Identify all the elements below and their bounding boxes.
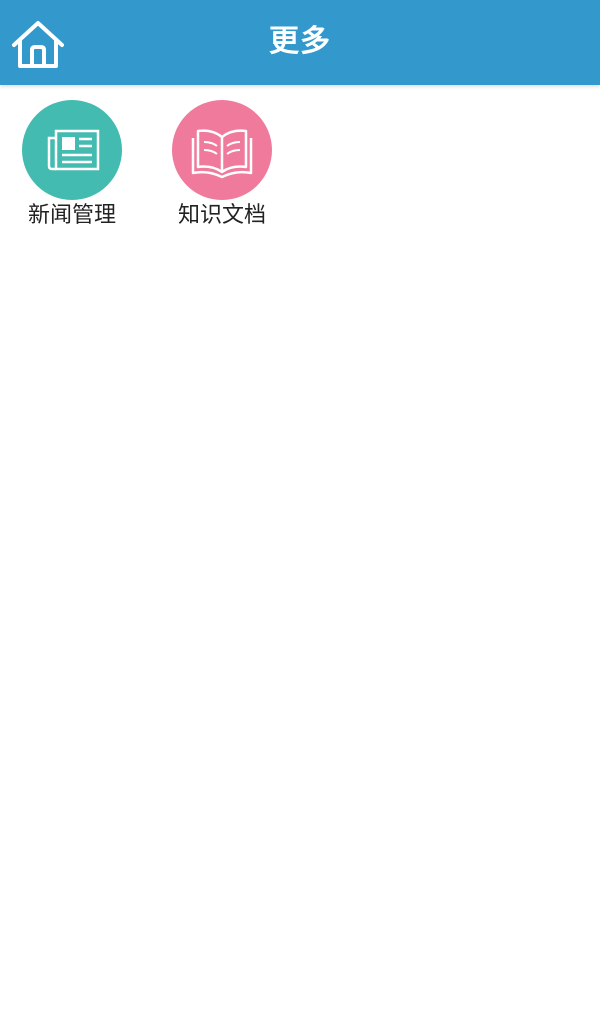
page-title: 更多: [269, 24, 331, 59]
news-icon-circle: [22, 100, 122, 200]
menu-item-label: 新闻管理: [27, 203, 116, 228]
docs-icon-circle: [172, 100, 272, 200]
menu-item-news-management[interactable]: 新闻管理: [12, 100, 132, 235]
menu-item-label: 知识文档: [177, 203, 266, 228]
book-icon: [191, 129, 253, 179]
newspaper-icon: [47, 129, 100, 171]
menu-item-knowledge-docs[interactable]: 知识文档: [162, 100, 282, 235]
app-screen: 更多 新闻管理 知识文档: [0, 0, 600, 1033]
top-bar: 更多: [0, 0, 600, 85]
